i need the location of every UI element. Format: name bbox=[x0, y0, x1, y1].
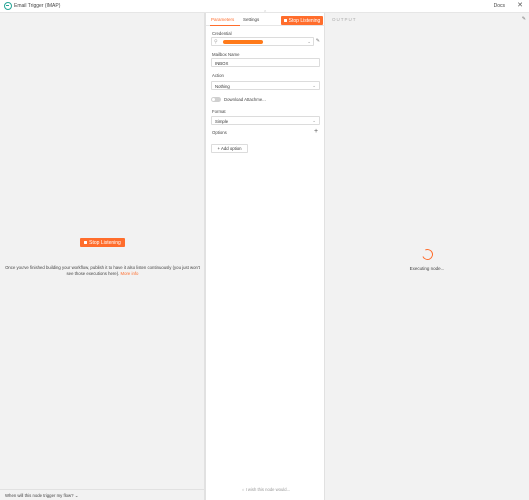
stop-listening-label: Stop Listening bbox=[89, 239, 121, 246]
output-panel: OUTPUT ✎ Executing node... bbox=[325, 13, 529, 500]
trigger-help-text: When will this node trigger my flow? bbox=[5, 493, 74, 498]
credential-row: ⚲ ⌄ ✎ bbox=[211, 37, 320, 46]
action-label: Action bbox=[212, 73, 224, 78]
options-label: Options bbox=[212, 130, 227, 135]
format-value: Simple bbox=[215, 119, 229, 124]
executing-status: Executing node... bbox=[409, 266, 445, 271]
format-select[interactable]: Simple ⌄ bbox=[211, 116, 320, 125]
chevron-down-icon: ⌄ bbox=[312, 118, 316, 123]
wish-text: I wish this node would... bbox=[245, 487, 291, 492]
edit-output-pencil-icon[interactable]: ✎ bbox=[522, 16, 526, 22]
feedback-wish-link[interactable]: ○ I wish this node would... bbox=[206, 487, 326, 492]
email-trigger-icon bbox=[4, 2, 12, 10]
lightbulb-icon: ○ bbox=[241, 487, 245, 492]
credential-value-redacted bbox=[223, 40, 263, 44]
mailbox-value: INBOX bbox=[215, 61, 229, 66]
listening-description-text: Once you've finished building your workf… bbox=[5, 265, 200, 276]
edit-credential-pencil-icon[interactable]: ✎ bbox=[316, 38, 320, 44]
panel-tabs: Parameters Settings Stop Listening bbox=[206, 15, 326, 26]
add-options-plus-icon[interactable]: + bbox=[314, 128, 318, 135]
trigger-help-question: When will this node trigger my flow? ⌄ bbox=[5, 493, 78, 499]
add-option-label: Add option bbox=[220, 146, 242, 151]
chevron-down-icon: ⌄ bbox=[307, 39, 311, 44]
format-label: Format bbox=[212, 109, 226, 114]
more-info-link[interactable]: More info bbox=[121, 271, 139, 276]
parameters-panel: ⌃ Parameters Settings Stop Listening Cre… bbox=[205, 10, 326, 500]
stop-icon bbox=[283, 19, 287, 22]
chevron-down-icon: ⌄ bbox=[74, 493, 79, 498]
active-tab-indicator bbox=[210, 25, 240, 26]
node-title: Email Trigger (IMAP) bbox=[14, 3, 61, 9]
stop-listening-button[interactable]: Stop Listening bbox=[80, 238, 125, 247]
action-select[interactable]: Nothing ⌄ bbox=[211, 81, 320, 90]
trigger-help-bar[interactable]: When will this node trigger my flow? ⌄ bbox=[0, 489, 205, 500]
stop-icon bbox=[84, 241, 88, 244]
stop-listening-button-header[interactable]: Stop Listening bbox=[281, 16, 323, 25]
chevron-down-icon: ⌄ bbox=[312, 83, 316, 88]
docs-link[interactable]: Docs bbox=[494, 3, 505, 9]
close-icon[interactable]: ✕ bbox=[517, 2, 523, 9]
listening-description: Once you've finished building your workf… bbox=[4, 265, 201, 277]
plus-icon: + bbox=[217, 146, 220, 151]
output-heading: OUTPUT bbox=[332, 17, 357, 22]
mailbox-input[interactable]: INBOX bbox=[211, 58, 320, 67]
action-value: Nothing bbox=[215, 84, 230, 89]
download-attachments-label: Download Attachme... bbox=[224, 97, 266, 102]
mailbox-label: Mailbox Name bbox=[212, 52, 240, 57]
add-option-button[interactable]: + Add option bbox=[211, 144, 248, 153]
credential-select[interactable]: ⚲ ⌄ bbox=[211, 37, 314, 46]
left-panel: Stop Listening Once you've finished buil… bbox=[0, 13, 205, 500]
tab-settings[interactable]: Settings bbox=[243, 17, 259, 22]
loading-spinner-icon bbox=[420, 247, 435, 262]
download-attachments-toggle[interactable] bbox=[211, 97, 221, 102]
key-icon: ⚲ bbox=[214, 39, 218, 45]
tab-parameters[interactable]: Parameters bbox=[211, 17, 234, 22]
stop-listening-label: Stop Listening bbox=[288, 17, 321, 24]
credential-label: Credential bbox=[212, 31, 232, 36]
